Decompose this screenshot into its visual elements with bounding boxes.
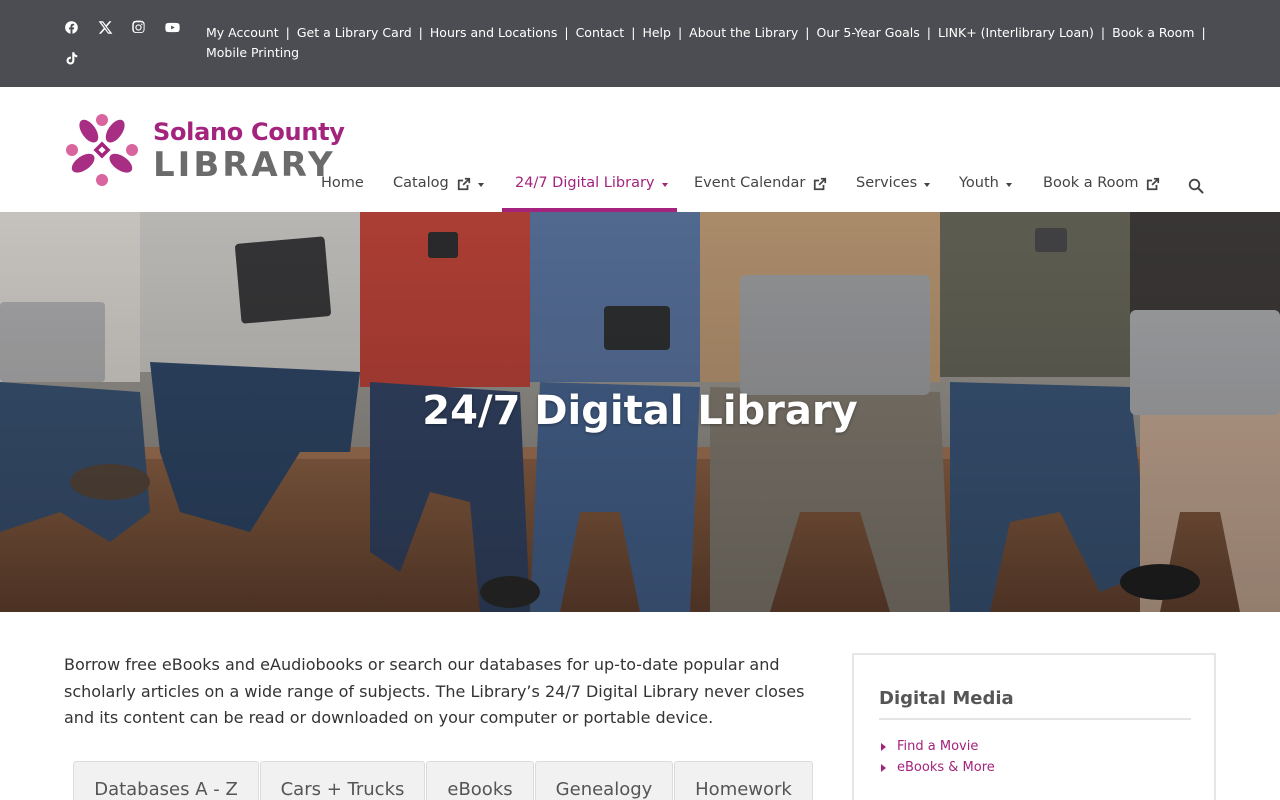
util-link-mobile-printing[interactable]: Mobile Printing: [206, 45, 299, 60]
intro-paragraph: Borrow free eBooks and eAudiobooks or se…: [64, 655, 805, 727]
tab-cars-trucks[interactable]: Cars + Trucks: [260, 761, 425, 800]
nav-home[interactable]: Home: [321, 175, 364, 212]
tiktok-icon[interactable]: [62, 49, 80, 67]
instagram-icon[interactable]: [129, 18, 147, 36]
nav-digital-library-label: 24/7 Digital Library: [515, 175, 655, 191]
site-header: Solano County LIBRARY Home Catalog 24/7 …: [0, 87, 1280, 212]
sidebar-link-ebooks-more[interactable]: eBooks & More: [881, 760, 995, 775]
sidebar-link-label: Find a Movie: [897, 739, 979, 754]
separator: |: [1201, 25, 1206, 40]
util-link-help[interactable]: Help: [642, 25, 671, 40]
nav-youth[interactable]: Youth: [959, 175, 1012, 212]
sidebar-link-find-movie[interactable]: Find a Movie: [881, 739, 978, 754]
nav-digital-library[interactable]: 24/7 Digital Library: [515, 175, 668, 212]
top-utility-bar: My Account | Get a Library Card | Hours and …: [0, 0, 1280, 87]
util-link-link-plus[interactable]: LINK+ (Interlibrary Loan): [938, 25, 1094, 40]
page-title: 24/7 Digital Library: [422, 388, 858, 434]
sidebar-title: Digital Media: [879, 688, 1014, 709]
separator: |: [1100, 25, 1106, 40]
divider: [879, 718, 1191, 720]
logo-text-solano-county: Solano County: [153, 118, 345, 146]
sidebar-digital-media: Digital Media Find a Movie eBooks & More: [852, 653, 1216, 800]
nav-youth-label: Youth: [959, 175, 999, 191]
youtube-icon[interactable]: [163, 18, 181, 36]
sidebar-link-label: eBooks & More: [897, 760, 995, 775]
nav-services-label: Services: [856, 175, 918, 191]
separator: |: [631, 25, 636, 40]
external-link-icon: [457, 177, 470, 191]
hero-banner: 24/7 Digital Library: [0, 212, 1280, 612]
separator: |: [564, 25, 569, 40]
chevron-down-icon: [924, 183, 931, 187]
separator: |: [805, 25, 810, 40]
nav-services[interactable]: Services: [856, 175, 931, 212]
util-link-library-card[interactable]: Get a Library Card: [297, 25, 412, 40]
util-link-about[interactable]: About the Library: [689, 25, 798, 40]
external-link-icon: [814, 177, 827, 191]
chevron-down-icon: [477, 183, 484, 187]
chevron-down-icon: [1005, 183, 1012, 187]
util-link-goals[interactable]: Our 5-Year Goals: [817, 25, 920, 40]
nav-event-calendar[interactable]: Event Calendar: [694, 175, 827, 212]
nav-book-a-room[interactable]: Book a Room: [1043, 175, 1160, 212]
tab-homework[interactable]: Homework: [674, 761, 813, 800]
nav-catalog-label: Catalog: [393, 175, 449, 191]
nav-event-calendar-label: Event Calendar: [694, 175, 806, 191]
separator: |: [418, 25, 423, 40]
separator: |: [677, 25, 683, 40]
nav-home-label: Home: [321, 175, 364, 191]
caret-right-icon: [881, 742, 886, 751]
search-icon[interactable]: [1188, 178, 1204, 194]
separator: |: [285, 25, 290, 40]
external-link-icon: [1147, 177, 1160, 191]
tab-databases-a-z[interactable]: Databases A - Z: [73, 761, 259, 800]
main-nav: Home Catalog 24/7 Digital Library Event …: [0, 175, 1280, 212]
facebook-icon[interactable]: [62, 18, 80, 36]
tab-ebooks[interactable]: eBooks: [426, 761, 534, 800]
nav-catalog[interactable]: Catalog: [393, 175, 484, 212]
caret-right-icon: [881, 763, 886, 772]
utility-links: My Account | Get a Library Card | Hours and …: [206, 23, 1216, 63]
chevron-down-icon: [661, 183, 668, 187]
nav-book-a-room-label: Book a Room: [1043, 175, 1139, 191]
util-link-hours-locations[interactable]: Hours and Locations: [430, 25, 557, 40]
x-icon[interactable]: [96, 18, 114, 36]
separator: |: [926, 25, 931, 40]
util-link-book-room[interactable]: Book a Room: [1112, 25, 1194, 40]
util-link-contact[interactable]: Contact: [576, 25, 625, 40]
tab-genealogy[interactable]: Genealogy: [535, 761, 673, 800]
util-link-my-account[interactable]: My Account: [206, 25, 279, 40]
